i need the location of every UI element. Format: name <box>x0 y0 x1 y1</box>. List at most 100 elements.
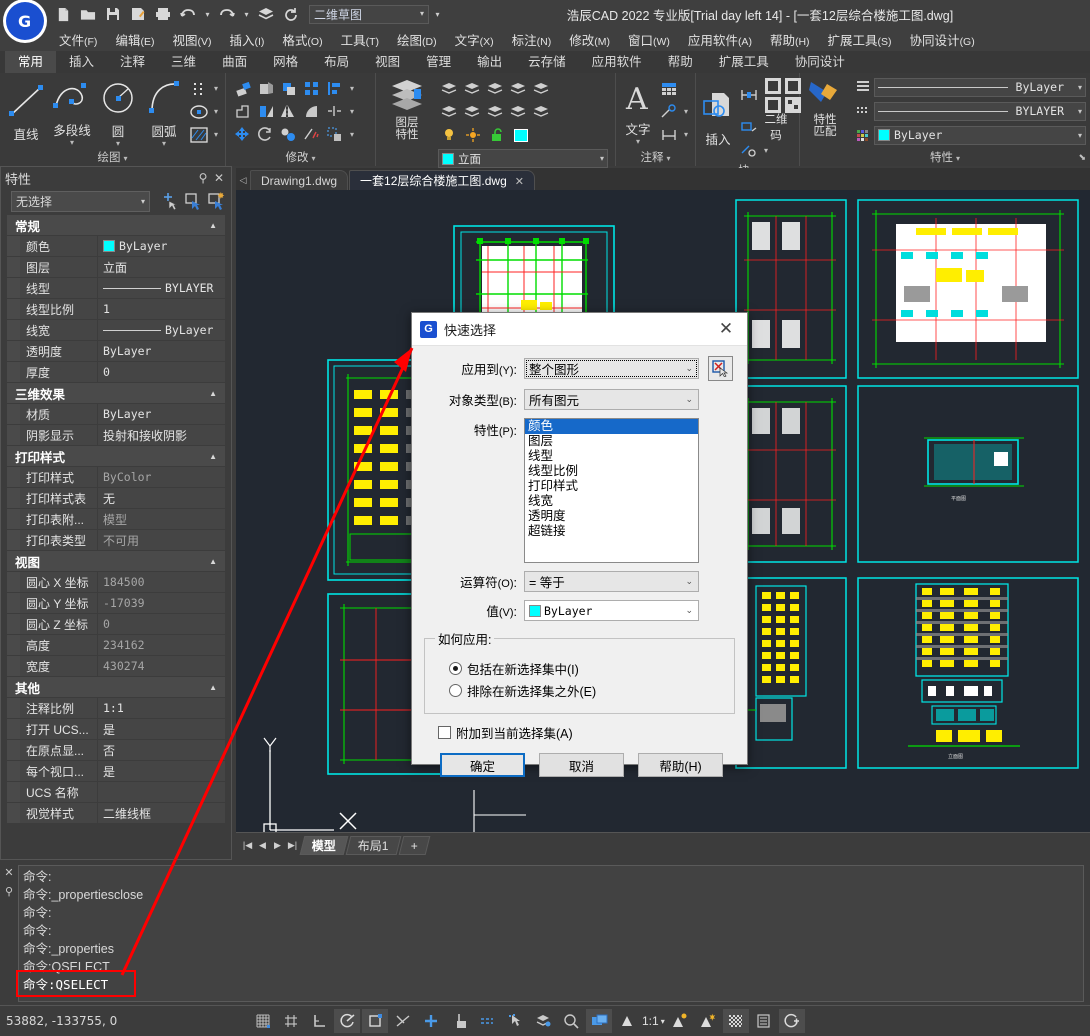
hardware-accel-icon[interactable] <box>722 1009 749 1033</box>
text-dropdown-icon[interactable]: ▾ <box>636 137 640 145</box>
append-checkbox-row[interactable]: 附加到当前选择集(A) <box>438 723 735 742</box>
save-as-icon[interactable] <box>127 3 149 25</box>
menu-item-2[interactable]: 视图(V) <box>163 28 220 51</box>
transparency-icon[interactable] <box>502 1009 528 1033</box>
chevron-down-icon[interactable]: ▾ <box>311 154 315 163</box>
property-row[interactable]: 高度 234162 <box>7 635 225 656</box>
menu-item-0[interactable]: 文件(F) <box>50 28 106 51</box>
text-tool[interactable]: A 文字 ▾ <box>620 79 656 146</box>
property-value-cell[interactable]: 0 <box>98 614 225 634</box>
undo-dropdown-icon[interactable]: ▾ <box>202 4 213 24</box>
chevron-down-icon[interactable]: ▾ <box>123 154 127 163</box>
stretch-icon[interactable] <box>255 101 277 123</box>
circle-dropdown-icon[interactable]: ▾ <box>116 139 120 147</box>
layer-freeze-icon[interactable] <box>484 77 506 99</box>
property-value-cell[interactable]: 模型 <box>98 509 225 529</box>
hatch-icon[interactable] <box>188 124 210 146</box>
append-checkbox[interactable] <box>438 726 451 739</box>
print-icon[interactable] <box>152 3 174 25</box>
autoscale-icon[interactable] <box>667 1009 693 1033</box>
property-value-cell[interactable]: 二维线框 <box>98 803 225 823</box>
close-icon[interactable]: ✕ <box>515 176 524 188</box>
property-value-cell[interactable]: 不可用 <box>98 530 225 550</box>
property-value-cell[interactable]: 184500 <box>98 572 225 592</box>
lineweight-icon[interactable] <box>474 1009 500 1033</box>
property-value-cell[interactable]: BYLAYER <box>98 278 225 298</box>
layer-turn-on-icon[interactable] <box>530 77 552 99</box>
include-radio-row[interactable]: 包括在新选择集中(I) <box>449 659 724 678</box>
dynamic-input-icon[interactable] <box>446 1009 472 1033</box>
scale-icon[interactable] <box>278 124 300 146</box>
property-row[interactable]: 线型比例 1 <box>7 299 225 320</box>
workspace-switch-icon[interactable] <box>695 1009 721 1033</box>
modify-dropdown-icon-1[interactable]: ▾ <box>347 102 357 122</box>
ribbon-tab-7[interactable]: 视图 <box>362 51 413 73</box>
hatch-dropdown-icon[interactable]: ▾ <box>211 125 221 145</box>
pickadd-icon[interactable] <box>206 191 227 212</box>
property-row[interactable]: 透明度 ByLayer <box>7 341 225 362</box>
object-type-combo[interactable]: 所有图元 ⌄ <box>524 389 699 410</box>
qat-more-icon[interactable]: ▾ <box>432 4 443 24</box>
property-row[interactable]: UCS 名称 <box>7 782 225 803</box>
line-tool[interactable]: 直线 <box>4 80 48 143</box>
value-combo[interactable]: ByLayer ⌄ <box>524 600 699 621</box>
quick-select-icon[interactable] <box>183 191 204 212</box>
clean-screen-icon[interactable] <box>778 1009 805 1033</box>
prev-tab-icon[interactable]: ◀ <box>255 840 270 851</box>
layer-match-icon[interactable] <box>507 100 529 122</box>
property-value-cell[interactable]: 0 <box>98 362 225 382</box>
property-group-4[interactable]: 其他 ▲ <box>7 677 225 698</box>
edit-attribute-icon[interactable] <box>738 139 760 161</box>
property-value-cell[interactable]: 是 <box>98 719 225 739</box>
property-row[interactable]: 颜色 ByLayer <box>7 236 225 257</box>
model-tab-2[interactable]: + <box>398 836 431 855</box>
property-value-cell[interactable] <box>98 782 225 802</box>
property-list-item[interactable]: 超链接 <box>525 524 698 539</box>
property-list-item[interactable]: 透明度 <box>525 509 698 524</box>
property-value-cell[interactable]: ByColor <box>98 467 225 487</box>
array-icon[interactable] <box>301 78 323 100</box>
undo-icon[interactable] <box>177 3 199 25</box>
next-tab-icon[interactable]: ▶ <box>270 840 285 851</box>
property-row[interactable]: 视觉样式 二维线框 <box>7 803 225 824</box>
insert-block-tool[interactable]: 插入 <box>700 89 736 148</box>
property-value-cell[interactable]: ByLayer <box>98 404 225 424</box>
property-row[interactable]: 在原点显... 否 <box>7 740 225 761</box>
property-row[interactable]: 打印样式表无 <box>7 488 225 509</box>
ribbon-tab-13[interactable]: 扩展工具 <box>706 51 782 73</box>
layer-off-icon[interactable] <box>507 77 529 99</box>
operator-combo[interactable]: = 等于 ⌄ <box>524 571 699 592</box>
file-tab-1[interactable]: 一套12层综合楼施工图.dwg ✕ <box>349 170 535 190</box>
property-row[interactable]: 打印样式 ByColor <box>7 467 225 488</box>
workspace-combo[interactable]: 二维草图 ▾ <box>309 4 429 24</box>
properties-listbox[interactable]: 颜色 图层 线型 线型比例 打印样式 线宽 透明度 超链接 <box>524 418 699 563</box>
lineweight-combo[interactable]: ByLayer ▾ <box>874 125 1086 145</box>
menu-item-4[interactable]: 格式(O) <box>273 28 331 51</box>
layer-previous-icon[interactable] <box>530 100 552 122</box>
property-row[interactable]: 线宽 ByLayer <box>7 320 225 341</box>
table-dropdown-icon[interactable] <box>681 79 691 99</box>
menu-item-1[interactable]: 编辑(E) <box>106 28 163 51</box>
menu-item-13[interactable]: 扩展工具(S) <box>819 28 901 51</box>
mirror-icon[interactable] <box>278 101 300 123</box>
layer-unisolate-icon[interactable] <box>461 77 483 99</box>
property-row[interactable]: 每个视口... 是 <box>7 761 225 782</box>
grid-display-icon[interactable] <box>278 1009 304 1033</box>
property-row[interactable]: 打印表类型 不可用 <box>7 530 225 551</box>
move-icon[interactable] <box>232 124 254 146</box>
property-group-2[interactable]: 打印样式 ▲ <box>7 446 225 467</box>
rotate-icon[interactable] <box>255 124 277 146</box>
leader-icon[interactable] <box>658 101 680 123</box>
erase-icon[interactable] <box>232 78 254 100</box>
chevron-down-icon[interactable]: ▾ <box>666 154 670 163</box>
linetype-combo[interactable]: BYLAYER ▾ <box>874 101 1086 121</box>
select-objects-button[interactable] <box>708 356 733 381</box>
property-value-cell[interactable]: 投射和接收阴影 <box>98 425 225 445</box>
layers-icon[interactable] <box>255 3 277 25</box>
copy-icon[interactable] <box>255 78 277 100</box>
exclude-radio[interactable] <box>449 684 462 697</box>
dialog-close-icon[interactable]: ✕ <box>713 319 739 339</box>
ribbon-tab-5[interactable]: 网格 <box>260 51 311 73</box>
property-group-0[interactable]: 常规 ▲ <box>7 215 225 236</box>
property-row[interactable]: 圆心 Y 坐标 -17039 <box>7 593 225 614</box>
